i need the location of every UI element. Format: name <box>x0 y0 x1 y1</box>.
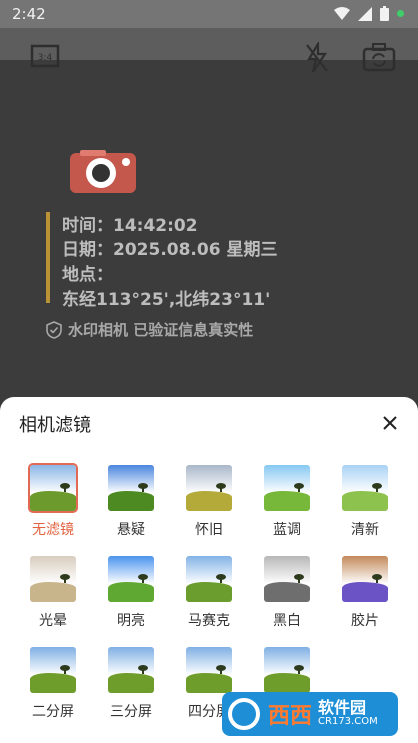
site-logo: 西西 软件园 CR173.COM <box>222 692 398 736</box>
switch-camera-icon[interactable] <box>362 42 396 72</box>
filter-item[interactable]: 怀旧 <box>170 465 248 539</box>
verified-text: 水印相机 已验证信息真实性 <box>68 321 254 339</box>
filter-label: 明亮 <box>117 613 145 629</box>
filter-thumbnail <box>108 465 154 511</box>
logo-text-sub: 软件园 <box>318 698 367 718</box>
flash-off-icon[interactable] <box>304 42 330 74</box>
signal-icon <box>358 6 372 21</box>
svg-text:3:4: 3:4 <box>38 53 53 63</box>
camera-toolbar <box>0 28 418 60</box>
status-time: 2:42 <box>12 5 46 23</box>
filter-thumbnail <box>108 556 154 602</box>
filter-thumbnail <box>30 556 76 602</box>
status-bar: 2:42 <box>0 0 418 28</box>
filter-item[interactable]: 蓝调 <box>248 465 326 539</box>
filter-label: 无滤镜 <box>32 522 74 538</box>
sheet-title: 相机滤镜 <box>19 415 91 436</box>
filter-item[interactable]: 悬疑 <box>92 465 170 539</box>
filter-label: 三分屏 <box>110 704 152 720</box>
filter-label: 悬疑 <box>117 522 145 538</box>
filter-thumbnail <box>264 465 310 511</box>
filter-item[interactable]: 胶片 <box>326 556 404 630</box>
filter-thumbnail <box>108 647 154 693</box>
filter-label: 马赛克 <box>188 613 230 629</box>
filter-thumbnail <box>342 465 388 511</box>
filter-label: 清新 <box>351 522 379 538</box>
watermark-time: 时间：14:42:02 <box>62 216 198 236</box>
filter-item[interactable]: 黑白 <box>248 556 326 630</box>
filter-thumbnail <box>264 647 310 693</box>
shield-check-icon <box>46 320 62 339</box>
status-icons <box>334 6 404 21</box>
filter-thumbnail <box>28 463 78 513</box>
filter-thumbnail <box>186 647 232 693</box>
filter-item[interactable]: 无滤镜 <box>14 463 92 539</box>
filter-thumbnail <box>264 556 310 602</box>
filter-thumbnail <box>186 556 232 602</box>
battery-icon <box>380 6 389 21</box>
filter-label: 光晕 <box>39 613 67 629</box>
watermark-place-label: 地点： <box>62 265 113 285</box>
filter-item[interactable]: 二分屏 <box>14 647 92 721</box>
verified-badge: 水印相机 已验证信息真实性 <box>46 319 253 340</box>
filter-item[interactable]: 三分屏 <box>92 647 170 721</box>
aspect-ratio-icon[interactable]: 3:4 <box>30 42 60 70</box>
logo-ring-icon <box>228 698 260 730</box>
filter-label: 蓝调 <box>273 522 301 538</box>
filter-thumbnail <box>342 556 388 602</box>
logo-text-main: 西西 <box>268 704 313 729</box>
filter-label: 怀旧 <box>195 522 223 538</box>
wifi-icon <box>334 6 350 20</box>
filter-thumbnail <box>186 465 232 511</box>
notification-dot-icon <box>397 10 404 17</box>
filter-thumbnail <box>30 647 76 693</box>
filter-item[interactable]: 清新 <box>326 465 404 539</box>
watermark-coordinates: 东经113°25',北纬23°11' <box>62 290 271 310</box>
filter-label: 二分屏 <box>32 704 74 720</box>
close-icon[interactable] <box>380 413 400 433</box>
filter-item[interactable]: 光晕 <box>14 556 92 630</box>
watermark-date: 日期：2025.08.06 星期三 <box>62 240 278 260</box>
filter-label: 胶片 <box>351 613 379 629</box>
filter-item[interactable]: 明亮 <box>92 556 170 630</box>
logo-text-url: CR173.COM <box>318 716 378 728</box>
watermark-accent-bar <box>46 212 50 303</box>
filter-item[interactable]: 马赛克 <box>170 556 248 630</box>
filter-label: 黑白 <box>273 613 301 629</box>
